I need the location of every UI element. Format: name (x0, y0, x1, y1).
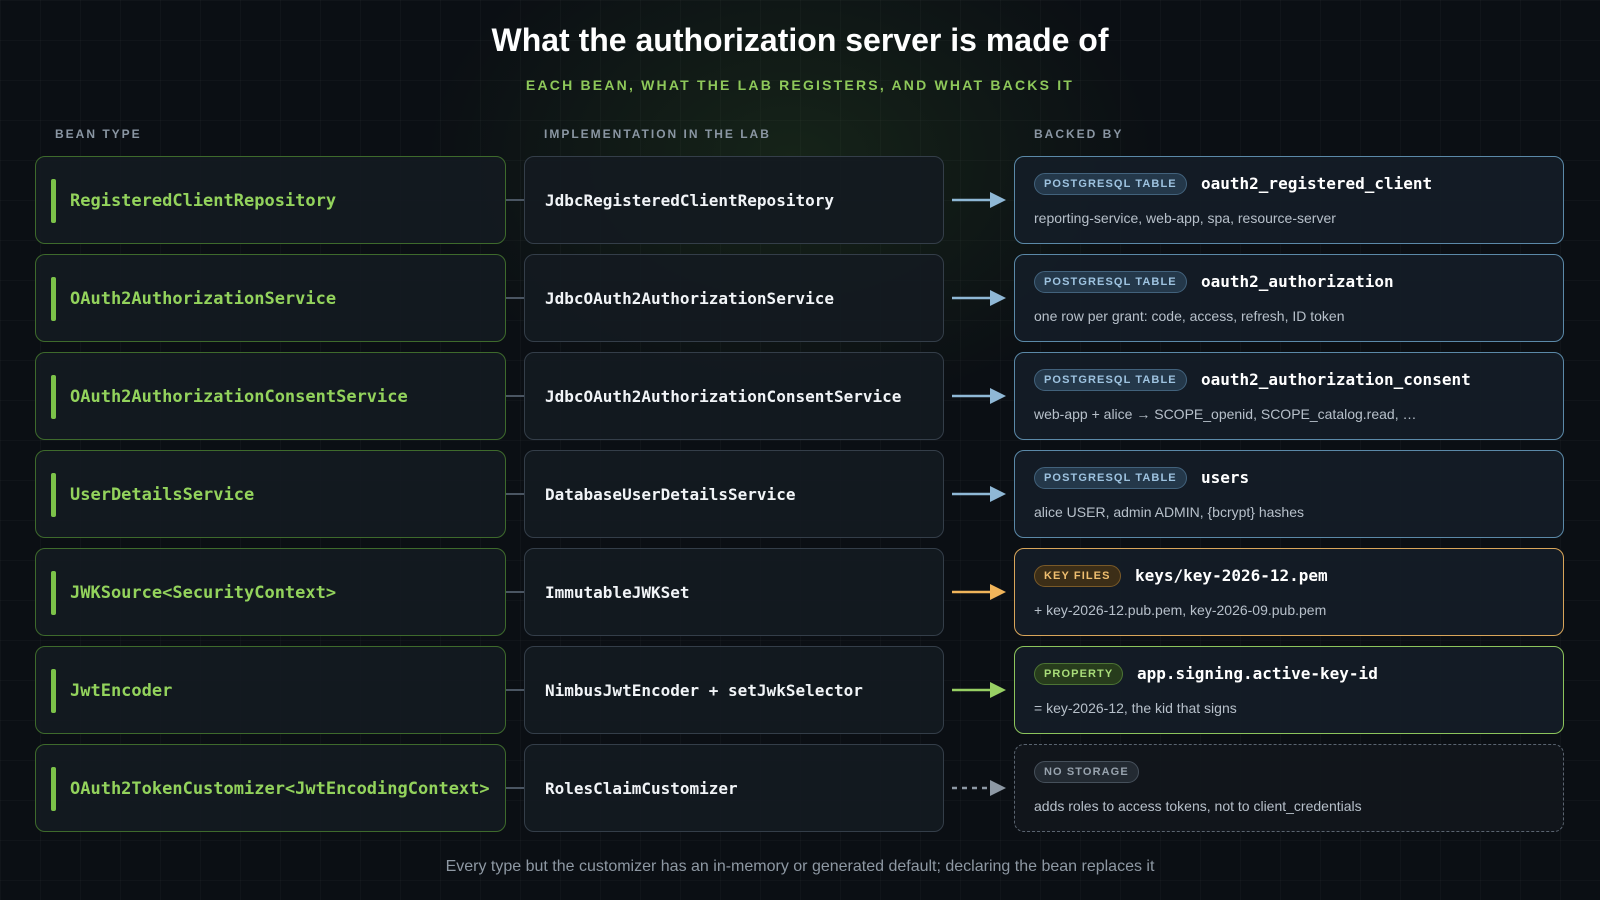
backing-description: adds roles to access tokens, not to clie… (1034, 798, 1362, 814)
implementation-label: RolesClaimCustomizer (545, 779, 738, 798)
implementation-label: ImmutableJWKSet (545, 583, 690, 602)
backing-kind-badge: KEY FILES (1034, 565, 1121, 587)
backing-cell: POSTGRESQL TABLE users alice USER, admin… (1014, 450, 1564, 538)
implementation-cell: JdbcRegisteredClientRepository (524, 156, 944, 244)
backing-name: keys/key-2026-12.pem (1135, 566, 1328, 585)
arrow-right-icon (952, 584, 1006, 600)
backing-name: oauth2_authorization_consent (1201, 370, 1471, 389)
bean-row: OAuth2AuthorizationConsentService JdbcOA… (0, 352, 1600, 440)
arrow-right-icon (952, 780, 1006, 796)
backing-kind-badge: PROPERTY (1034, 663, 1124, 685)
bean-row: JwtEncoder NimbusJwtEncoder + setJwkSele… (0, 646, 1600, 734)
implementation-cell: ImmutableJWKSet (524, 548, 944, 636)
bean-type-cell: UserDetailsService (35, 450, 506, 538)
bean-row: OAuth2AuthorizationService JdbcOAuth2Aut… (0, 254, 1600, 342)
arrow-right-icon (952, 682, 1006, 698)
implementation-cell: NimbusJwtEncoder + setJwkSelector (524, 646, 944, 734)
bean-type-label: OAuth2AuthorizationService (70, 289, 337, 309)
backing-cell: POSTGRESQL TABLE oauth2_authorization on… (1014, 254, 1564, 342)
footer-note: Every type but the customizer has an in-… (445, 858, 1155, 875)
backing-cell: KEY FILES keys/key-2026-12.pem + key-202… (1014, 548, 1564, 636)
bean-type-label: JwtEncoder (70, 681, 173, 701)
bean-type-label: OAuth2AuthorizationConsentService (70, 387, 408, 407)
backing-cell: POSTGRESQL TABLE oauth2_registered_clien… (1014, 156, 1564, 244)
backing-cell: NO STORAGE adds roles to access tokens, … (1014, 744, 1564, 832)
connector-line (506, 297, 524, 299)
bean-type-label: RegisteredClientRepository (70, 191, 337, 211)
backing-description: alice USER, admin ADMIN, {bcrypt} hashes (1034, 504, 1305, 520)
backing-cell: PROPERTY app.signing.active-key-id = key… (1014, 646, 1564, 734)
backing-kind-badge: NO STORAGE (1034, 761, 1139, 783)
implementation-label: DatabaseUserDetailsService (545, 485, 796, 504)
backing-description: reporting-service, web-app, spa, resourc… (1034, 210, 1336, 226)
column-header-bean-type: BEAN TYPE (55, 127, 142, 141)
implementation-cell: JdbcOAuth2AuthorizationConsentService (524, 352, 944, 440)
backing-description: + key-2026-12.pub.pem, key-2026-09.pub.p… (1034, 602, 1327, 618)
diagram-title: What the authorization server is made of (491, 22, 1109, 58)
backing-description: web-app + alice → SCOPE_openid, SCOPE_ca… (1034, 406, 1417, 422)
implementation-label: JdbcOAuth2AuthorizationConsentService (545, 387, 902, 406)
backing-kind-badge: POSTGRESQL TABLE (1034, 467, 1187, 489)
connector-line (506, 493, 524, 495)
bean-row: JWKSource<SecurityContext> ImmutableJWKS… (0, 548, 1600, 636)
column-header-backed-by: BACKED BY (1034, 127, 1124, 141)
implementation-cell: DatabaseUserDetailsService (524, 450, 944, 538)
bean-type-cell: OAuth2AuthorizationConsentService (35, 352, 506, 440)
bean-type-label: OAuth2TokenCustomizer<JwtEncodingContext… (70, 779, 490, 799)
accent-bar (51, 277, 56, 321)
connector-line (506, 787, 524, 789)
implementation-label: JdbcRegisteredClientRepository (545, 191, 834, 210)
arrow-right-icon (952, 486, 1006, 502)
backing-kind-badge: POSTGRESQL TABLE (1034, 271, 1187, 293)
accent-bar (51, 375, 56, 419)
implementation-label: JdbcOAuth2AuthorizationService (545, 289, 834, 308)
backing-cell: POSTGRESQL TABLE oauth2_authorization_co… (1014, 352, 1564, 440)
connector-line (506, 591, 524, 593)
bean-type-label: UserDetailsService (70, 485, 255, 505)
bean-type-label: JWKSource<SecurityContext> (70, 583, 337, 603)
accent-bar (51, 669, 56, 713)
arrow-right-icon (952, 192, 1006, 208)
backing-name: users (1201, 468, 1250, 487)
accent-bar (51, 179, 56, 223)
bean-type-cell: OAuth2TokenCustomizer<JwtEncodingContext… (35, 744, 506, 832)
implementation-cell: JdbcOAuth2AuthorizationService (524, 254, 944, 342)
backing-kind-badge: POSTGRESQL TABLE (1034, 369, 1187, 391)
bean-type-cell: JWKSource<SecurityContext> (35, 548, 506, 636)
arrow-right-icon (952, 388, 1006, 404)
bean-row: OAuth2TokenCustomizer<JwtEncodingContext… (0, 744, 1600, 832)
bean-row: UserDetailsService DatabaseUserDetailsSe… (0, 450, 1600, 538)
implementation-cell: RolesClaimCustomizer (524, 744, 944, 832)
bean-type-cell: OAuth2AuthorizationService (35, 254, 506, 342)
backing-name: oauth2_registered_client (1201, 174, 1433, 193)
connector-line (506, 689, 524, 691)
accent-bar (51, 473, 56, 517)
column-header-implementation: IMPLEMENTATION IN THE LAB (544, 127, 771, 141)
bean-type-cell: JwtEncoder (35, 646, 506, 734)
arrow-right-icon (952, 290, 1006, 306)
backing-name: app.signing.active-key-id (1137, 664, 1378, 683)
connector-line (506, 199, 524, 201)
accent-bar (51, 571, 56, 615)
bean-type-cell: RegisteredClientRepository (35, 156, 506, 244)
backing-description: one row per grant: code, access, refresh… (1034, 308, 1345, 324)
backing-description: = key-2026-12, the kid that signs (1034, 700, 1237, 716)
connector-line (506, 395, 524, 397)
accent-bar (51, 767, 56, 811)
bean-row: RegisteredClientRepository JdbcRegistere… (0, 156, 1600, 244)
implementation-label: NimbusJwtEncoder + setJwkSelector (545, 681, 863, 700)
backing-name: oauth2_authorization (1201, 272, 1394, 291)
diagram-subtitle: EACH BEAN, WHAT THE LAB REGISTERS, AND W… (525, 77, 1075, 93)
backing-kind-badge: POSTGRESQL TABLE (1034, 173, 1187, 195)
